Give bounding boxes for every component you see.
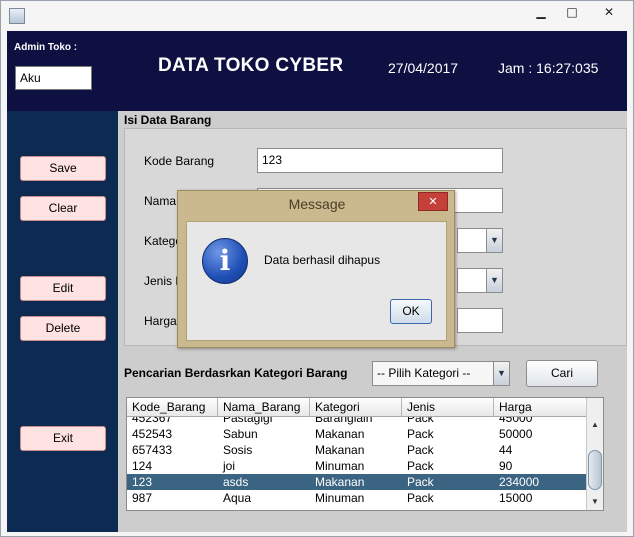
maximize-button[interactable]: □ xyxy=(557,1,587,23)
table-cell: 45000 xyxy=(499,417,533,425)
save-button[interactable]: Save xyxy=(20,156,106,181)
form-title: Isi Data Barang xyxy=(124,113,212,127)
table-cell: Pack xyxy=(407,427,434,441)
dialog-message: Data berhasil dihapus xyxy=(264,253,381,267)
kode-barang-field[interactable]: 123 xyxy=(257,148,503,173)
table-body: 452367 Pastagigi Baranglain Pack 45000 452543… xyxy=(127,417,587,510)
table-cell: Makanan xyxy=(315,443,365,457)
search-select-value: -- Pilih Kategori -- xyxy=(377,366,471,380)
table-cell: Baranglain xyxy=(315,417,373,425)
barang-table: Kode_Barang Nama_Barang Kategori Jenis Harga… xyxy=(126,397,604,511)
column-header[interactable]: Kode_Barang xyxy=(127,398,218,417)
scroll-down-icon[interactable]: ▼ xyxy=(587,494,603,510)
table-cell: Sabun xyxy=(223,427,258,441)
table-row[interactable]: 987 Aqua Minuman Pack 15000 xyxy=(127,490,587,506)
table-row[interactable]: 123 asds Makanan Pack 234000 xyxy=(127,474,587,490)
table-header: Kode_Barang Nama_Barang Kategori Jenis Harga xyxy=(127,398,587,417)
table-scrollbar[interactable]: ▲ ▼ xyxy=(586,398,603,510)
info-icon: i xyxy=(202,238,248,284)
table-row[interactable]: 452543 Sabun Makanan Pack 50000 xyxy=(127,426,587,442)
header-banner: Admin Toko : Aku DATA TOKO CYBER 27/04/2… xyxy=(7,31,627,111)
admin-label: Admin Toko : xyxy=(14,42,78,53)
table-cell: 123 xyxy=(132,475,153,489)
java-app-icon xyxy=(9,8,25,24)
table-cell: joi xyxy=(223,459,236,473)
table-cell: 90 xyxy=(499,459,513,473)
search-button[interactable]: Cari xyxy=(526,360,598,387)
edit-button[interactable]: Edit xyxy=(20,276,106,301)
table-cell: 15000 xyxy=(499,491,533,505)
chevron-down-icon: ▼ xyxy=(486,229,502,252)
column-header[interactable]: Nama_Barang xyxy=(218,398,310,417)
harga-field[interactable] xyxy=(457,308,503,333)
column-header[interactable]: Jenis xyxy=(402,398,494,417)
table-cell: 44 xyxy=(499,443,513,457)
column-header[interactable]: Kategori xyxy=(310,398,402,417)
minimize-button[interactable]: ▁ xyxy=(526,1,556,23)
table-cell: asds xyxy=(223,475,249,489)
jenis-paket-select[interactable]: ▼ xyxy=(457,268,503,293)
table-cell: Pastagigi xyxy=(223,417,273,425)
delete-button[interactable]: Delete xyxy=(20,316,106,341)
table-cell: Makanan xyxy=(315,475,365,489)
exit-button[interactable]: Exit xyxy=(20,426,106,451)
chevron-down-icon: ▼ xyxy=(493,362,509,385)
date-display: 27/04/2017 xyxy=(388,60,459,76)
clock-display: Jam : 16:27:035 xyxy=(498,60,599,76)
table-cell: 234000 xyxy=(499,475,540,489)
ok-button[interactable]: OK xyxy=(390,299,432,324)
table-cell: Pack xyxy=(407,475,434,489)
table-cell: Sosis xyxy=(223,443,253,457)
table-cell: 452543 xyxy=(132,427,173,441)
table-cell: Aqua xyxy=(223,491,252,505)
table-cell: Pack xyxy=(407,417,434,425)
kode-barang-label: Kode Barang xyxy=(144,154,215,168)
kategori-search-select[interactable]: -- Pilih Kategori -- ▼ xyxy=(372,361,510,386)
search-title: Pencarian Berdasrkan Kategori Barang xyxy=(124,366,348,380)
admin-name-field[interactable]: Aku xyxy=(15,66,92,90)
scroll-up-icon[interactable]: ▲ xyxy=(587,417,603,433)
kategori-select[interactable]: ▼ xyxy=(457,228,503,253)
message-dialog: Message ✕ i Data berhasil dihapus OK xyxy=(177,190,455,348)
table-cell: Pack xyxy=(407,491,434,505)
window-titlebar: ▁ □ ✕ xyxy=(1,1,633,31)
dialog-title: Message xyxy=(288,196,346,212)
chevron-down-icon: ▼ xyxy=(486,269,502,292)
dialog-close-button[interactable]: ✕ xyxy=(418,192,448,211)
table-cell: 50000 xyxy=(499,427,533,441)
table-row[interactable]: 124 joi Minuman Pack 90 xyxy=(127,458,587,474)
table-cell: 657433 xyxy=(132,443,173,457)
dialog-body: i Data berhasil dihapus OK xyxy=(186,221,447,341)
table-row[interactable]: 657433 Sosis Makanan Pack 44 xyxy=(127,442,587,458)
table-cell: 452367 xyxy=(132,417,173,425)
table-row[interactable]: 452367 Pastagigi Baranglain Pack 45000 xyxy=(127,417,587,426)
page-title: DATA TOKO CYBER xyxy=(158,55,344,76)
sidebar: Save Clear Edit Delete Exit xyxy=(7,111,118,532)
clear-button[interactable]: Clear xyxy=(20,196,106,221)
close-window-button[interactable]: ✕ xyxy=(589,1,629,23)
table-cell: Pack xyxy=(407,459,434,473)
table-cell: Pack xyxy=(407,443,434,457)
column-header[interactable]: Harga xyxy=(494,398,587,417)
table-cell: Makanan xyxy=(315,427,365,441)
table-cell: Minuman xyxy=(315,459,365,473)
harga-label: Harga xyxy=(144,314,177,328)
table-cell: 987 xyxy=(132,491,153,505)
scroll-thumb[interactable] xyxy=(588,450,602,490)
table-cell: 124 xyxy=(132,459,153,473)
table-cell: Minuman xyxy=(315,491,365,505)
